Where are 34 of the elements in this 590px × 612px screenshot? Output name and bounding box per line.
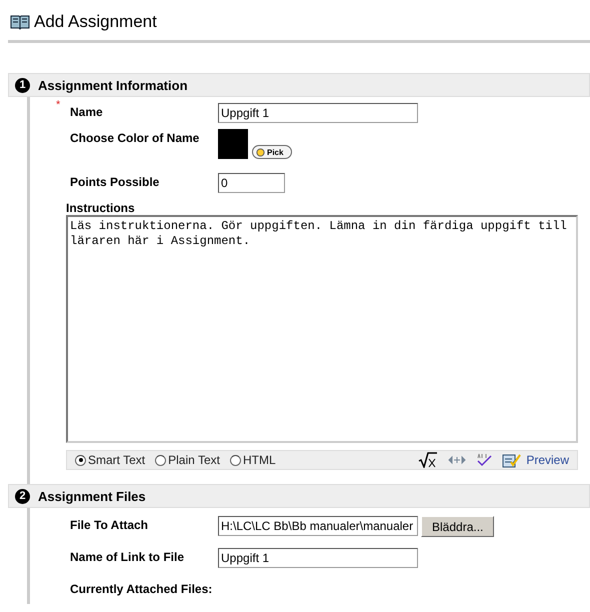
text-mode-radio[interactable]: Smart Text [75, 453, 146, 467]
preview-link[interactable]: Preview [502, 452, 569, 468]
field-label: Name [70, 104, 104, 119]
palette-icon [256, 148, 265, 156]
radio-circle[interactable] [155, 454, 166, 466]
square-root-icon[interactable] [418, 452, 438, 468]
book-icon [10, 14, 30, 30]
link-name-field[interactable]: Uppgift 1 [218, 548, 418, 568]
text-mode-radio[interactable]: HTML [230, 453, 276, 467]
section-title: Assignment Information [38, 78, 188, 92]
name-field[interactable]: Uppgift 1 [218, 103, 418, 123]
required-mark: * [56, 99, 60, 111]
radio-circle[interactable] [75, 454, 86, 466]
pick-button[interactable]: Pick [252, 145, 292, 159]
page-title: Add Assignment [34, 12, 157, 32]
field-label: Instructions [66, 201, 135, 215]
section-title: Assignment Files [38, 488, 146, 504]
field-label: File To Attach [70, 517, 149, 532]
browse-button[interactable]: Bläddra... [421, 516, 494, 537]
link-icon[interactable] [448, 455, 466, 465]
radio-circle[interactable] [230, 454, 241, 466]
field-label: Points Possible [70, 174, 160, 189]
points-field[interactable]: 0 [218, 173, 285, 193]
field-label: Currently Attached Files: [70, 581, 214, 596]
text-mode-radio[interactable]: Plain Text [155, 453, 220, 467]
field-label: Choose Color of Name [70, 130, 200, 145]
step-number: 1 [15, 78, 30, 92]
file-path-field[interactable]: H:\LC\LC Bb\Bb manualer\manualer [218, 516, 418, 536]
step-number: 2 [15, 488, 30, 504]
spell-check-icon[interactable] [476, 453, 492, 467]
color-swatch [218, 129, 248, 159]
field-label: Name of Link to File [70, 549, 186, 564]
preview-icon [502, 452, 522, 468]
instructions-field[interactable]: Läs instruktionerna. Gör uppgiften. Lämna in din färdiga uppgift till läraren här i Assignment. [66, 215, 578, 443]
